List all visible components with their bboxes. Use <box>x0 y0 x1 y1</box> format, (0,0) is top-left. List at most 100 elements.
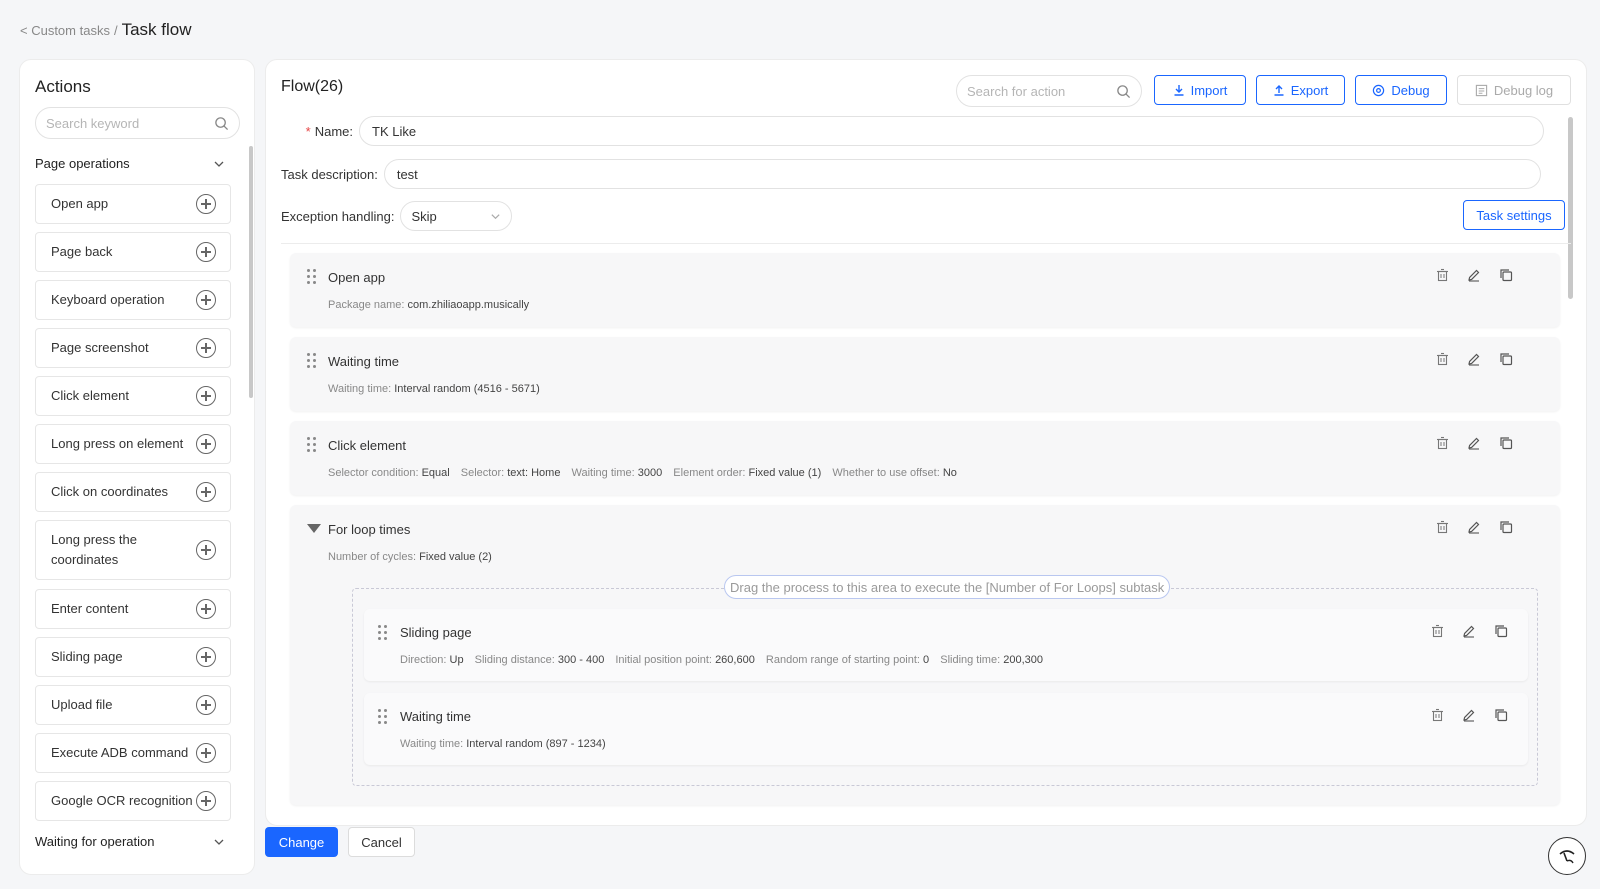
change-button[interactable]: Change <box>265 827 338 857</box>
drag-handle-icon[interactable] <box>378 709 388 725</box>
download-icon <box>1174 85 1184 96</box>
breadcrumb-back-link[interactable]: < Custom tasks <box>20 23 110 38</box>
detail-key: Package name: <box>328 299 405 311</box>
action-item-google-ocr[interactable]: Google OCR recognition <box>35 781 231 821</box>
add-circle-icon[interactable] <box>196 540 216 560</box>
add-circle-icon[interactable] <box>196 482 216 502</box>
step-card-waiting-time[interactable]: Waiting time Waiting time: Interval rand… <box>290 337 1560 411</box>
add-circle-icon[interactable] <box>196 599 216 619</box>
edit-icon[interactable] <box>1465 266 1483 284</box>
action-item-sliding-page[interactable]: Sliding page <box>35 637 231 677</box>
export-button[interactable]: Export <box>1256 75 1345 105</box>
actions-panel-title: Actions <box>35 77 91 96</box>
action-item-click-element[interactable]: Click element <box>35 376 231 416</box>
add-circle-icon[interactable] <box>196 194 216 214</box>
action-item-execute-adb[interactable]: Execute ADB command <box>35 733 231 773</box>
action-item-upload-file[interactable]: Upload file <box>35 685 231 725</box>
task-settings-button[interactable]: Task settings <box>1463 200 1565 230</box>
copy-icon[interactable] <box>1497 434 1515 452</box>
detail-value: Up <box>449 654 464 666</box>
name-row: * Name: TK Like <box>281 116 1544 146</box>
flow-scrollbar[interactable] <box>1568 117 1573 299</box>
step-card-waiting-time-sub[interactable]: Waiting time Waiting time: Interval rand… <box>364 693 1528 765</box>
detail-key: Element order: <box>673 467 746 479</box>
action-item-long-press-element[interactable]: Long press on element <box>35 424 231 464</box>
copy-icon[interactable] <box>1497 350 1515 368</box>
import-button[interactable]: Import <box>1154 75 1246 105</box>
debug-log-button[interactable]: Debug log <box>1457 75 1571 105</box>
exception-select[interactable]: Skip <box>400 201 513 231</box>
action-item-enter-content[interactable]: Enter content <box>35 589 231 629</box>
add-circle-icon[interactable] <box>196 695 216 715</box>
action-item-click-coordinates[interactable]: Click on coordinates <box>35 472 231 512</box>
trash-icon[interactable] <box>1428 706 1446 724</box>
detail-key: Number of cycles: <box>328 551 417 563</box>
drag-handle-icon[interactable] <box>307 437 317 453</box>
flow-search-input[interactable]: Search for action <box>956 75 1142 107</box>
trash-icon[interactable] <box>1433 350 1451 368</box>
add-circle-icon[interactable] <box>196 386 216 406</box>
actions-scrollbar[interactable] <box>249 146 253 398</box>
edit-icon[interactable] <box>1465 434 1483 452</box>
trash-icon[interactable] <box>1433 434 1451 452</box>
drag-handle-icon[interactable] <box>307 269 317 285</box>
copy-icon[interactable] <box>1492 706 1510 724</box>
step-card-open-app[interactable]: Open app Package name: com.zhiliaoapp.mu… <box>290 253 1560 327</box>
detail-key: Waiting time: <box>571 467 635 479</box>
add-circle-icon[interactable] <box>196 647 216 667</box>
add-circle-icon[interactable] <box>196 434 216 454</box>
trash-icon[interactable] <box>1433 266 1451 284</box>
detail-value: 300 - 400 <box>557 654 605 666</box>
action-item-long-press-coordinates[interactable]: Long press the coordinates <box>35 520 231 580</box>
detail-key: Sliding time: <box>940 654 1001 666</box>
section-waiting-operation[interactable]: Waiting for operation <box>35 834 225 849</box>
drag-handle-icon[interactable] <box>378 625 388 641</box>
action-item-keyboard-operation[interactable]: Keyboard operation <box>35 280 231 320</box>
step-detail: Selector condition: Equal Selector: text… <box>328 467 957 479</box>
action-item-open-app[interactable]: Open app <box>35 184 231 224</box>
trash-icon[interactable] <box>1428 622 1446 640</box>
add-circle-icon[interactable] <box>196 338 216 358</box>
detail-key: Selector condition: <box>328 467 419 479</box>
detail-value: 3000 <box>637 467 663 479</box>
name-label-wrap: * Name: <box>281 124 353 139</box>
debug-button[interactable]: Debug <box>1355 75 1447 105</box>
action-item-label: Open app <box>51 196 109 211</box>
assistant-float-button[interactable] <box>1548 837 1586 875</box>
exception-label: Exception handling: <box>281 208 395 224</box>
collapse-triangle-icon[interactable] <box>307 524 321 533</box>
copy-icon[interactable] <box>1497 518 1515 536</box>
step-tools <box>1433 266 1515 284</box>
edit-icon[interactable] <box>1460 622 1478 640</box>
exception-value: Skip <box>411 208 437 224</box>
action-search-input[interactable]: Search keyword <box>35 107 240 139</box>
actions-panel: Actions Search keyword Page operations O… <box>19 59 255 875</box>
step-tools <box>1433 350 1515 368</box>
copy-icon[interactable] <box>1497 266 1515 284</box>
flow-panel: Flow(26) Search for action Import Export… <box>265 59 1587 826</box>
cancel-button[interactable]: Cancel <box>348 827 415 857</box>
edit-icon[interactable] <box>1460 706 1478 724</box>
trash-icon[interactable] <box>1433 518 1451 536</box>
step-detail: Direction: Up Sliding distance: 300 - 40… <box>400 654 1043 666</box>
section-page-operations[interactable]: Page operations <box>35 156 225 171</box>
action-item-page-screenshot[interactable]: Page screenshot <box>35 328 231 368</box>
add-circle-icon[interactable] <box>196 290 216 310</box>
step-tools <box>1433 434 1515 452</box>
copy-icon[interactable] <box>1492 622 1510 640</box>
edit-icon[interactable] <box>1465 518 1483 536</box>
add-circle-icon[interactable] <box>196 242 216 262</box>
drop-zone-hint: Drag the process to this area to execute… <box>724 575 1171 599</box>
add-circle-icon[interactable] <box>196 743 216 763</box>
name-input[interactable]: TK Like <box>359 116 1544 146</box>
add-circle-icon[interactable] <box>196 791 216 811</box>
description-input[interactable]: test <box>383 159 1541 189</box>
step-card-click-element[interactable]: Click element Selector condition: Equal … <box>290 421 1560 495</box>
drag-handle-icon[interactable] <box>307 353 317 369</box>
detail-value: Equal <box>421 467 450 479</box>
step-card-for-loop[interactable]: For loop times Number of cycles: Fixed v… <box>290 505 1560 805</box>
action-item-page-back[interactable]: Page back <box>35 232 231 272</box>
step-card-sliding-page[interactable]: Sliding page Direction: Up Sliding dista… <box>364 609 1528 681</box>
loop-drop-zone[interactable]: Sliding page Direction: Up Sliding dista… <box>352 588 1538 786</box>
edit-icon[interactable] <box>1465 350 1483 368</box>
